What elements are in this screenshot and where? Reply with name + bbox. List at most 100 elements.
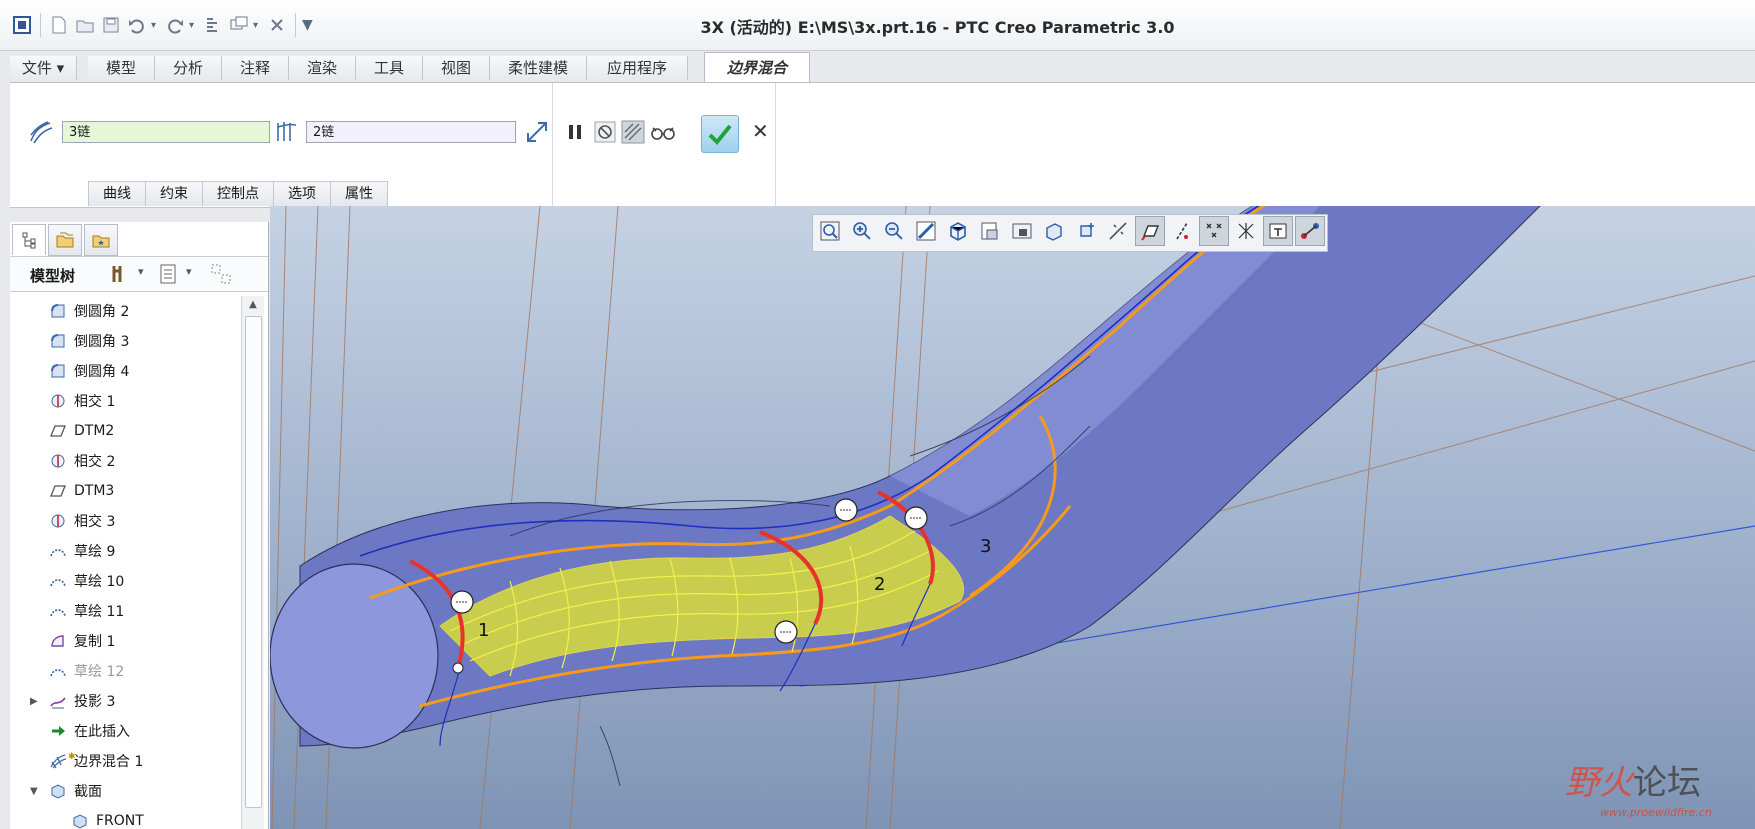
subtab-properties[interactable]: 属性 [330, 181, 388, 206]
tree-item-label: 倒圆角 2 [74, 304, 130, 320]
annotation-display-icon[interactable] [1103, 216, 1133, 246]
tree-item[interactable]: 相交 3 [10, 506, 240, 536]
tab-view[interactable]: 视图 [423, 56, 490, 80]
collapse-arrow-icon[interactable]: ▼ [30, 786, 42, 797]
folder-browser-tab[interactable] [48, 224, 82, 256]
tree-item-label: 截面 [74, 784, 102, 800]
model-graphics[interactable]: 1 2 3 [270, 206, 1755, 829]
scroll-thumb[interactable] [245, 316, 262, 808]
tab-flexible-modeling[interactable]: 柔性建模 [490, 56, 587, 80]
reorient-icon[interactable] [943, 216, 973, 246]
show-columns-icon[interactable] [210, 263, 234, 289]
tab-file[interactable]: 文件 ▾ [10, 56, 77, 80]
tree-item[interactable]: DTM2 [10, 416, 240, 446]
second-direction-icon[interactable] [272, 117, 302, 147]
tree-item[interactable]: FRONT [10, 806, 240, 829]
tab-analysis[interactable]: 分析 [155, 56, 222, 80]
tree-settings-icon[interactable] [110, 263, 132, 289]
tab-applications[interactable]: 应用程序 [587, 56, 688, 80]
tree-icon [22, 232, 36, 249]
tab-tools[interactable]: 工具 [356, 56, 423, 80]
tree-item-label: 相交 2 [74, 454, 116, 470]
tab-render[interactable]: 渲染 [289, 56, 356, 80]
first-direction-icon[interactable] [26, 117, 56, 147]
ribbon-panel: 3链 2链 ✕ 曲线 约束 控制点 选项 属性 [10, 82, 1755, 208]
tree-item[interactable]: 草绘 12 [10, 656, 240, 686]
tab-model[interactable]: 模型 [88, 56, 155, 80]
display-style-icon[interactable] [1039, 216, 1069, 246]
plane-display-icon[interactable] [1135, 216, 1165, 246]
curve-label-2: 2 [874, 574, 885, 595]
tree-item[interactable]: 相交 1 [10, 386, 240, 416]
round-icon [48, 361, 68, 381]
ok-button[interactable] [701, 115, 739, 153]
tree-item[interactable]: 倒圆角 3 [10, 326, 240, 356]
section-icon [70, 811, 90, 829]
tree-item[interactable]: ▶ 投影 3 [10, 686, 240, 716]
zoom-out-icon[interactable] [879, 216, 909, 246]
filter-dropdown-icon[interactable]: ▾ [186, 265, 192, 278]
axis-display-icon[interactable] [1167, 216, 1197, 246]
settings-dropdown-icon[interactable]: ▾ [138, 265, 144, 278]
tree-item-label: 草绘 11 [74, 604, 125, 620]
csys-display-icon[interactable] [1231, 216, 1261, 246]
subtab-curves[interactable]: 曲线 [88, 181, 146, 206]
refit-icon[interactable] [815, 216, 845, 246]
subtab-options[interactable]: 选项 [273, 181, 331, 206]
intersect-icon [48, 391, 68, 411]
zoom-in-icon[interactable] [847, 216, 877, 246]
scroll-up-icon[interactable]: ▲ [242, 296, 264, 314]
tree-item-label: DTM2 [74, 423, 115, 439]
first-direction-chain-field[interactable]: 3链 [62, 121, 270, 143]
view-manager-icon[interactable] [1007, 216, 1037, 246]
saved-orientations-icon[interactable] [975, 216, 1005, 246]
tree-item[interactable]: 在此插入 [10, 716, 240, 746]
tree-item[interactable]: ▼ 截面 [10, 776, 240, 806]
intersect-icon [48, 451, 68, 471]
repaint-icon[interactable] [911, 216, 941, 246]
tree-item-label: 相交 1 [74, 394, 116, 410]
tree-item-label: 相交 3 [74, 514, 116, 530]
boundary-blend-icon [48, 751, 68, 771]
tree-item[interactable]: 草绘 10 [10, 566, 240, 596]
pause-icon[interactable] [560, 117, 590, 147]
verify-mode-icon[interactable] [648, 117, 678, 147]
favorites-tab[interactable] [84, 224, 118, 256]
graphics-viewport[interactable]: 1 2 3 [270, 206, 1755, 829]
perspective-icon[interactable] [1071, 216, 1101, 246]
model-tree-toolbar: 模型树 ▾ ▾ [10, 256, 268, 292]
tree-item[interactable]: 相交 2 [10, 446, 240, 476]
tree-item[interactable]: 草绘 9 [10, 536, 240, 566]
model-tree-tab[interactable] [12, 224, 46, 255]
tree-item-label: 投影 3 [74, 694, 116, 710]
second-direction-chain-field[interactable]: 2链 [306, 121, 516, 143]
model-tree-scrollbar[interactable]: ▲ [241, 296, 264, 829]
no-preview-icon[interactable] [590, 117, 620, 147]
folder-icon [56, 232, 74, 248]
swap-directions-icon[interactable] [522, 117, 552, 147]
tree-item[interactable]: DTM3 [10, 476, 240, 506]
tree-item[interactable]: 复制 1 [10, 626, 240, 656]
point-display-icon[interactable] [1199, 216, 1229, 246]
curve-label-3: 3 [980, 536, 991, 557]
tree-item[interactable]: 倒圆角 2 [10, 296, 240, 326]
preview-icon[interactable] [618, 117, 648, 147]
spin-center-icon[interactable] [1263, 216, 1293, 246]
tree-item[interactable]: 草绘 11 [10, 596, 240, 626]
subtab-constraints[interactable]: 约束 [145, 181, 203, 206]
expand-arrow-icon[interactable]: ▶ [30, 696, 42, 707]
navigator-panel: 模型树 ▾ ▾ 倒圆角 2 倒圆角 3 倒圆角 4 相交 1 DTM2 相交 2 DTM3 相… [10, 222, 269, 829]
tree-item[interactable]: ✱ 边界混合 1 [10, 746, 240, 776]
tree-item-label: 草绘 9 [74, 544, 116, 560]
model-display-icon[interactable] [1295, 216, 1325, 246]
tab-boundary-blend[interactable]: 边界混合 [704, 52, 810, 83]
tree-item[interactable]: 倒圆角 4 [10, 356, 240, 386]
tree-item-label: FRONT [96, 813, 144, 829]
cancel-button[interactable]: ✕ [752, 119, 769, 143]
tab-annotate[interactable]: 注释 [222, 56, 289, 80]
subtab-control-points[interactable]: 控制点 [202, 181, 274, 206]
sketch-icon [48, 601, 68, 621]
sketch-icon [48, 541, 68, 561]
tree-filter-icon[interactable] [158, 263, 178, 289]
intersect-icon [48, 511, 68, 531]
